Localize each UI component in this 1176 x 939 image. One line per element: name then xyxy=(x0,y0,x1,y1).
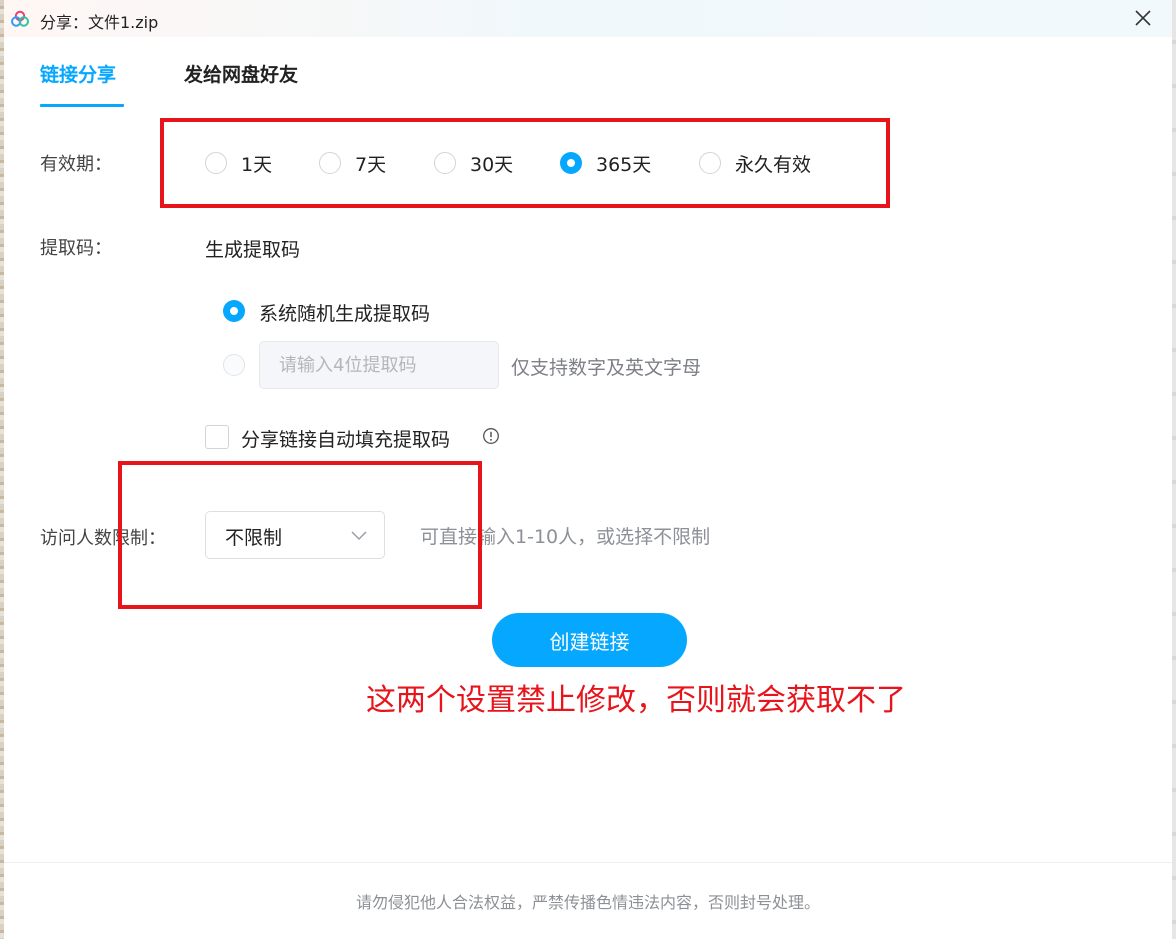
autofill-label: 分享链接自动填充提取码 xyxy=(241,429,451,451)
info-circle-icon[interactable] xyxy=(482,427,500,445)
extract-code-label: 提取码： xyxy=(40,238,112,259)
validity-label: 有效期： xyxy=(40,154,112,175)
radio-random-code-selected[interactable] xyxy=(223,300,245,322)
window-title: 分享：文件1.zip xyxy=(40,13,159,32)
footer-divider xyxy=(4,862,1172,863)
custom-code-hint: 仅支持数字及英文字母 xyxy=(511,357,702,379)
active-tab-indicator xyxy=(40,104,124,107)
create-link-button[interactable]: 创建链接 xyxy=(492,613,687,667)
background-window-edge-left xyxy=(0,0,4,939)
autofill-checkbox[interactable] xyxy=(205,425,229,449)
footer-notice: 请勿侵犯他人合法权益，严禁传播色情违法内容，否则封号处理。 xyxy=(355,893,820,912)
annotation-box-validity xyxy=(160,118,890,208)
close-icon[interactable] xyxy=(1132,7,1154,29)
title-bar: 分享：文件1.zip xyxy=(4,0,1172,37)
tab-send-to-friends[interactable]: 发给网盘好友 xyxy=(184,60,298,87)
netdisk-logo-icon xyxy=(11,10,29,27)
annotation-box-visitor-limit xyxy=(118,461,482,609)
extract-code-heading: 生成提取码 xyxy=(205,239,301,261)
tab-link-share[interactable]: 链接分享 xyxy=(40,60,116,87)
custom-code-input[interactable] xyxy=(259,341,499,389)
radio-custom-code[interactable] xyxy=(223,354,245,376)
random-code-label: 系统随机生成提取码 xyxy=(259,303,431,325)
annotation-text: 这两个设置禁止修改，否则就会获取不了 xyxy=(366,683,906,718)
background-window-edge-right xyxy=(1172,0,1176,939)
